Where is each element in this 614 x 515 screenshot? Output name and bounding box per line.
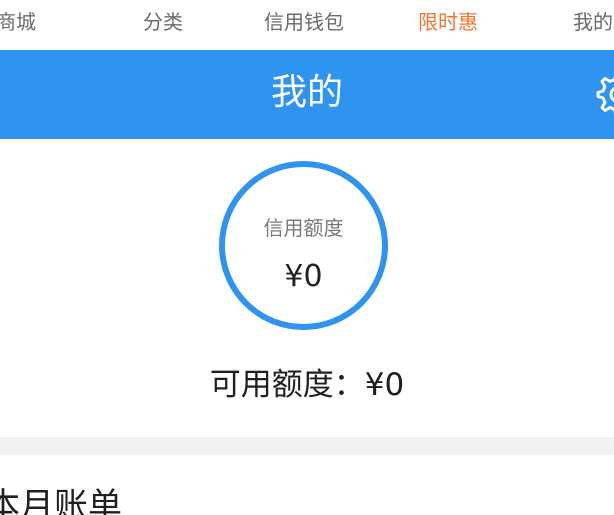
tab-category[interactable]: 分类 bbox=[143, 8, 183, 36]
monthly-bill-title[interactable]: 本月账单 bbox=[0, 484, 122, 515]
top-tab-bar: 商城 分类 信用钱包 限时惠 我的 bbox=[0, 0, 614, 50]
page-title: 我的 bbox=[270, 72, 343, 113]
page-header: 我的 bbox=[0, 50, 614, 139]
tab-limited-offer[interactable]: 限时惠 bbox=[418, 8, 478, 36]
app-screen: 商城 分类 信用钱包 限时惠 我的 我的 信用额度 ¥0 可用额度：¥0 本月账… bbox=[0, 0, 614, 515]
credit-limit-value: ¥0 bbox=[284, 259, 323, 294]
available-credit-text: 可用额度：¥0 bbox=[209, 367, 405, 403]
tab-mine[interactable]: 我的 bbox=[573, 8, 613, 36]
gear-icon[interactable] bbox=[592, 68, 614, 116]
section-divider bbox=[0, 437, 614, 455]
credit-limit-circle: 信用额度 ¥0 bbox=[219, 161, 388, 330]
credit-limit-label: 信用额度 bbox=[263, 216, 344, 240]
tab-credit-wallet[interactable]: 信用钱包 bbox=[264, 8, 344, 36]
tab-mall[interactable]: 商城 bbox=[0, 8, 36, 36]
